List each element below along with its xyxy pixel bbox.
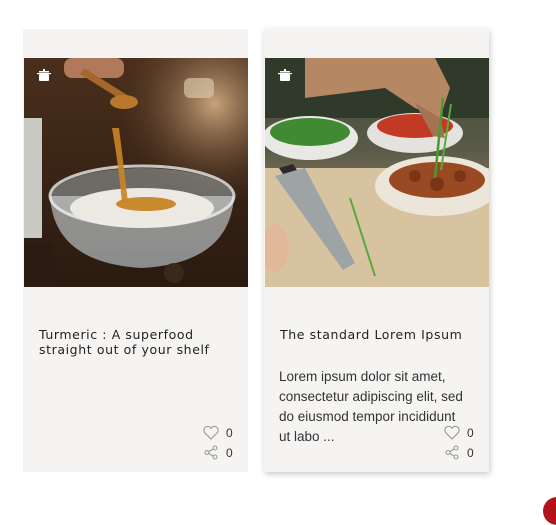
- blog-card[interactable]: Turmeric : A superfood straight out of y…: [23, 29, 248, 472]
- cooking-pot-icon: [37, 69, 51, 81]
- heart-icon: [444, 425, 460, 440]
- share-icon: [445, 445, 459, 460]
- floating-action-button[interactable]: [543, 497, 556, 525]
- card-image-cooking[interactable]: [265, 58, 489, 287]
- share-count: 0: [226, 446, 233, 460]
- heart-icon: [203, 425, 219, 440]
- blog-card[interactable]: The standard Lorem Ipsum Lorem ipsum dol…: [264, 29, 489, 472]
- like-count: 0: [226, 426, 233, 440]
- share-icon: [204, 445, 218, 460]
- share-count: 0: [467, 446, 474, 460]
- card-image-turmeric[interactable]: [24, 58, 248, 287]
- card-title[interactable]: The standard Lorem Ipsum: [280, 327, 480, 342]
- card-excerpt: Lorem ipsum dolor sit amet, consectetur …: [279, 369, 463, 444]
- cooking-pot-icon: [278, 69, 292, 81]
- card-title[interactable]: Turmeric : A superfood straight out of y…: [39, 327, 239, 357]
- like-button[interactable]: 0: [203, 425, 245, 441]
- like-button[interactable]: 0: [444, 425, 486, 441]
- share-button[interactable]: 0: [444, 445, 486, 461]
- share-button[interactable]: 0: [203, 445, 245, 461]
- like-count: 0: [467, 426, 474, 440]
